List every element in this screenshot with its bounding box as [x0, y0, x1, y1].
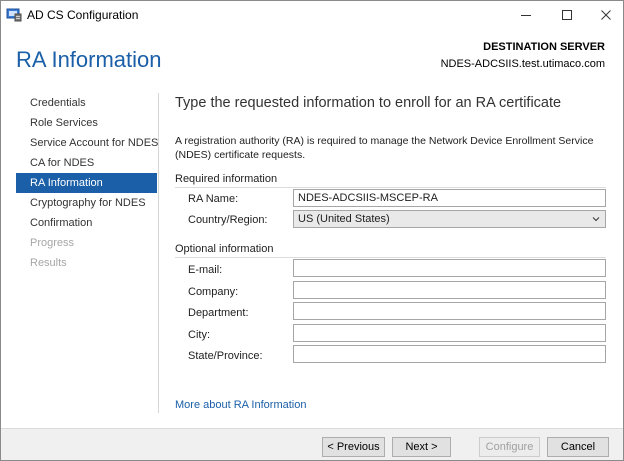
chevron-down-icon — [592, 214, 600, 226]
required-section-divider — [175, 187, 606, 188]
sidebar-item-ra-information[interactable]: RA Information — [16, 173, 157, 193]
sidebar-item-progress: Progress — [30, 237, 75, 249]
state-province-label: State/Province: — [188, 350, 263, 362]
email-label: E-mail: — [188, 264, 223, 276]
required-section-label: Required information — [175, 173, 278, 185]
email-input[interactable] — [293, 259, 606, 277]
ra-name-label: RA Name: — [188, 193, 239, 205]
cancel-button[interactable]: Cancel — [547, 437, 609, 457]
window-title: AD CS Configuration — [27, 8, 139, 22]
title-bar: AD CS Configuration — [1, 1, 623, 29]
minimize-icon — [521, 15, 531, 16]
sidebar-item-confirmation[interactable]: Confirmation — [16, 213, 157, 233]
server-manager-icon — [6, 8, 22, 22]
next-button[interactable]: Next > — [392, 437, 451, 457]
optional-section-label: Optional information — [175, 243, 274, 255]
sidebar-item-results: Results — [30, 257, 67, 269]
sidebar-divider — [158, 93, 159, 413]
sidebar-item-credentials[interactable]: Credentials — [16, 93, 157, 113]
company-label: Company: — [188, 286, 239, 298]
destination-server-label: DESTINATION SERVER — [483, 41, 605, 53]
sidebar-item-role-services[interactable]: Role Services — [16, 113, 157, 133]
optional-section-divider — [175, 257, 606, 258]
sidebar-item-service-account[interactable]: Service Account for NDES — [16, 133, 158, 153]
more-about-ra-link[interactable]: More about RA Information — [175, 399, 306, 411]
close-icon — [601, 10, 611, 20]
main-heading: Type the requested information to enroll… — [175, 95, 562, 111]
company-input[interactable] — [293, 281, 606, 299]
previous-button[interactable]: < Previous — [322, 437, 385, 457]
sidebar-item-cryptography[interactable]: Cryptography for NDES — [16, 193, 157, 213]
country-region-select[interactable]: US (United States) — [293, 210, 606, 228]
city-input[interactable] — [293, 324, 606, 342]
department-input[interactable] — [293, 302, 606, 320]
wizard-footer: < Previous Next > Configure Cancel — [1, 428, 623, 460]
destination-server-name: NDES-ADCSIIS.test.utimaco.com — [440, 58, 605, 70]
state-province-input[interactable] — [293, 345, 606, 363]
description-text: A registration authority (RA) is require… — [175, 135, 594, 161]
city-label: City: — [188, 329, 210, 341]
close-button[interactable] — [586, 1, 624, 29]
sidebar-item-ca-for-ndes[interactable]: CA for NDES — [16, 153, 157, 173]
configure-button: Configure — [479, 437, 540, 457]
country-region-label: Country/Region: — [188, 214, 268, 226]
maximize-icon — [562, 10, 572, 20]
minimize-button[interactable] — [506, 1, 546, 29]
ra-name-input[interactable] — [293, 189, 606, 207]
department-label: Department: — [188, 307, 249, 319]
maximize-button[interactable] — [547, 1, 587, 29]
wizard-sidebar: Credentials Role Services Service Accoun… — [16, 93, 158, 273]
page-title: RA Information — [16, 47, 162, 72]
ad-cs-configuration-window: AD CS Configuration RA Information DESTI… — [0, 0, 624, 461]
country-region-value: US (United States) — [298, 213, 390, 225]
